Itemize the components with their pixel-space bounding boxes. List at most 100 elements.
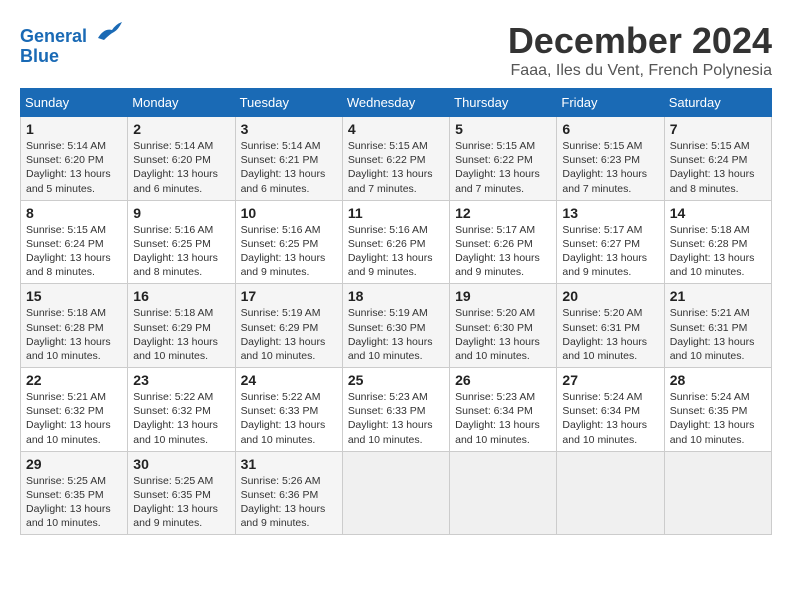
weekday-header-cell: Wednesday xyxy=(342,89,449,117)
calendar-day-cell: 28 Sunrise: 5:24 AM Sunset: 6:35 PM Dayli… xyxy=(664,368,771,452)
weekday-header-cell: Friday xyxy=(557,89,664,117)
day-number: 31 xyxy=(241,456,337,472)
page-header: General Blue December 2024 Faaa, Iles du… xyxy=(20,20,772,80)
day-info: Sunrise: 5:17 AM Sunset: 6:27 PM Dayligh… xyxy=(562,223,658,280)
weekday-header-cell: Monday xyxy=(128,89,235,117)
calendar-day-cell xyxy=(450,451,557,535)
calendar-day-cell: 12 Sunrise: 5:17 AM Sunset: 6:26 PM Dayli… xyxy=(450,200,557,284)
day-number: 1 xyxy=(26,121,122,137)
day-number: 11 xyxy=(348,205,444,221)
day-number: 24 xyxy=(241,372,337,388)
day-info: Sunrise: 5:16 AM Sunset: 6:25 PM Dayligh… xyxy=(241,223,337,280)
calendar-day-cell: 10 Sunrise: 5:16 AM Sunset: 6:25 PM Dayli… xyxy=(235,200,342,284)
calendar-day-cell xyxy=(557,451,664,535)
day-info: Sunrise: 5:24 AM Sunset: 6:35 PM Dayligh… xyxy=(670,390,766,447)
calendar-day-cell: 5 Sunrise: 5:15 AM Sunset: 6:22 PM Daylig… xyxy=(450,117,557,201)
calendar-day-cell: 20 Sunrise: 5:20 AM Sunset: 6:31 PM Dayli… xyxy=(557,284,664,368)
day-info: Sunrise: 5:15 AM Sunset: 6:22 PM Dayligh… xyxy=(455,139,551,196)
day-info: Sunrise: 5:23 AM Sunset: 6:33 PM Dayligh… xyxy=(348,390,444,447)
day-number: 8 xyxy=(26,205,122,221)
day-info: Sunrise: 5:16 AM Sunset: 6:25 PM Dayligh… xyxy=(133,223,229,280)
day-info: Sunrise: 5:18 AM Sunset: 6:28 PM Dayligh… xyxy=(26,306,122,363)
calendar-day-cell: 14Sunrise: 5:18 AM Sunset: 6:28 PM Dayli… xyxy=(664,200,771,284)
calendar-day-cell: 13 Sunrise: 5:17 AM Sunset: 6:27 PM Dayli… xyxy=(557,200,664,284)
calendar-day-cell: 25 Sunrise: 5:23 AM Sunset: 6:33 PM Dayli… xyxy=(342,368,449,452)
weekday-header-cell: Sunday xyxy=(21,89,128,117)
calendar-day-cell: 15 Sunrise: 5:18 AM Sunset: 6:28 PM Dayli… xyxy=(21,284,128,368)
day-number: 13 xyxy=(562,205,658,221)
day-number: 20 xyxy=(562,288,658,304)
calendar-day-cell: 18Sunrise: 5:19 AM Sunset: 6:30 PM Dayli… xyxy=(342,284,449,368)
day-number: 30 xyxy=(133,456,229,472)
calendar-day-cell: 19 Sunrise: 5:20 AM Sunset: 6:30 PM Dayli… xyxy=(450,284,557,368)
day-info: Sunrise: 5:20 AM Sunset: 6:30 PM Dayligh… xyxy=(455,306,551,363)
calendar-day-cell: 1Sunrise: 5:14 AM Sunset: 6:20 PM Daylig… xyxy=(21,117,128,201)
day-number: 4 xyxy=(348,121,444,137)
day-number: 17 xyxy=(241,288,337,304)
day-number: 16 xyxy=(133,288,229,304)
title-block: December 2024 Faaa, Iles du Vent, French… xyxy=(508,20,772,80)
day-number: 19 xyxy=(455,288,551,304)
day-number: 15 xyxy=(26,288,122,304)
day-info: Sunrise: 5:16 AM Sunset: 6:26 PM Dayligh… xyxy=(348,223,444,280)
day-info: Sunrise: 5:15 AM Sunset: 6:23 PM Dayligh… xyxy=(562,139,658,196)
calendar-week-row: 8 Sunrise: 5:15 AM Sunset: 6:24 PM Daylig… xyxy=(21,200,772,284)
calendar-subtitle: Faaa, Iles du Vent, French Polynesia xyxy=(508,62,772,80)
day-info: Sunrise: 5:22 AM Sunset: 6:32 PM Dayligh… xyxy=(133,390,229,447)
day-info: Sunrise: 5:15 AM Sunset: 6:22 PM Dayligh… xyxy=(348,139,444,196)
day-info: Sunrise: 5:21 AM Sunset: 6:31 PM Dayligh… xyxy=(670,306,766,363)
day-number: 25 xyxy=(348,372,444,388)
day-number: 12 xyxy=(455,205,551,221)
day-number: 21 xyxy=(670,288,766,304)
day-number: 14 xyxy=(670,205,766,221)
calendar-day-cell: 23 Sunrise: 5:22 AM Sunset: 6:32 PM Dayli… xyxy=(128,368,235,452)
calendar-day-cell: 6 Sunrise: 5:15 AM Sunset: 6:23 PM Daylig… xyxy=(557,117,664,201)
day-info: Sunrise: 5:20 AM Sunset: 6:31 PM Dayligh… xyxy=(562,306,658,363)
calendar-week-row: 1 Sunrise: 5:14 AM Sunset: 6:20 PM Daylig… xyxy=(21,117,772,201)
day-number: 5 xyxy=(455,121,551,137)
calendar-day-cell: 3Sunrise: 5:14 AM Sunset: 6:21 PM Daylig… xyxy=(235,117,342,201)
day-info: Sunrise: 5:18 AM Sunset: 6:29 PM Dayligh… xyxy=(133,306,229,363)
day-number: 29 xyxy=(26,456,122,472)
weekday-header-cell: Saturday xyxy=(664,89,771,117)
day-number: 27 xyxy=(562,372,658,388)
day-number: 2 xyxy=(133,121,229,137)
calendar-day-cell: 27Sunrise: 5:24 AM Sunset: 6:34 PM Dayli… xyxy=(557,368,664,452)
day-number: 26 xyxy=(455,372,551,388)
calendar-day-cell: 7Sunrise: 5:15 AM Sunset: 6:24 PM Daylig… xyxy=(664,117,771,201)
calendar-day-cell: 11 Sunrise: 5:16 AM Sunset: 6:26 PM Dayli… xyxy=(342,200,449,284)
day-number: 18 xyxy=(348,288,444,304)
logo-text: General xyxy=(20,20,122,47)
day-info: Sunrise: 5:26 AM Sunset: 6:36 PM Dayligh… xyxy=(241,474,337,531)
calendar-body: 1 Sunrise: 5:14 AM Sunset: 6:20 PM Daylig… xyxy=(21,117,772,535)
day-info: Sunrise: 5:17 AM Sunset: 6:26 PM Dayligh… xyxy=(455,223,551,280)
weekday-header-cell: Thursday xyxy=(450,89,557,117)
logo-line1: General xyxy=(20,26,87,46)
calendar-day-cell: 16 Sunrise: 5:18 AM Sunset: 6:29 PM Dayli… xyxy=(128,284,235,368)
calendar-day-cell: 31 Sunrise: 5:26 AM Sunset: 6:36 PM Dayli… xyxy=(235,451,342,535)
calendar-day-cell: 17Sunrise: 5:19 AM Sunset: 6:29 PM Dayli… xyxy=(235,284,342,368)
day-number: 28 xyxy=(670,372,766,388)
day-number: 10 xyxy=(241,205,337,221)
day-info: Sunrise: 5:15 AM Sunset: 6:24 PM Dayligh… xyxy=(670,139,766,196)
logo-bird-icon xyxy=(94,20,122,42)
calendar-day-cell: 8 Sunrise: 5:15 AM Sunset: 6:24 PM Daylig… xyxy=(21,200,128,284)
day-info: Sunrise: 5:21 AM Sunset: 6:32 PM Dayligh… xyxy=(26,390,122,447)
calendar-day-cell: 9 Sunrise: 5:16 AM Sunset: 6:25 PM Daylig… xyxy=(128,200,235,284)
calendar-week-row: 29 Sunrise: 5:25 AM Sunset: 6:35 PM Dayli… xyxy=(21,451,772,535)
calendar-day-cell: 2 Sunrise: 5:14 AM Sunset: 6:20 PM Daylig… xyxy=(128,117,235,201)
calendar-day-cell xyxy=(664,451,771,535)
day-info: Sunrise: 5:25 AM Sunset: 6:35 PM Dayligh… xyxy=(26,474,122,531)
day-info: Sunrise: 5:14 AM Sunset: 6:20 PM Dayligh… xyxy=(133,139,229,196)
day-info: Sunrise: 5:15 AM Sunset: 6:24 PM Dayligh… xyxy=(26,223,122,280)
day-number: 23 xyxy=(133,372,229,388)
logo-line2-text: Blue xyxy=(20,47,122,67)
calendar-title: December 2024 xyxy=(508,20,772,62)
calendar-week-row: 22Sunrise: 5:21 AM Sunset: 6:32 PM Dayli… xyxy=(21,368,772,452)
day-number: 6 xyxy=(562,121,658,137)
day-number: 9 xyxy=(133,205,229,221)
weekday-header-row: SundayMondayTuesdayWednesdayThursdayFrid… xyxy=(21,89,772,117)
calendar-day-cell: 29 Sunrise: 5:25 AM Sunset: 6:35 PM Dayli… xyxy=(21,451,128,535)
calendar-day-cell: 24Sunrise: 5:22 AM Sunset: 6:33 PM Dayli… xyxy=(235,368,342,452)
calendar-day-cell xyxy=(342,451,449,535)
